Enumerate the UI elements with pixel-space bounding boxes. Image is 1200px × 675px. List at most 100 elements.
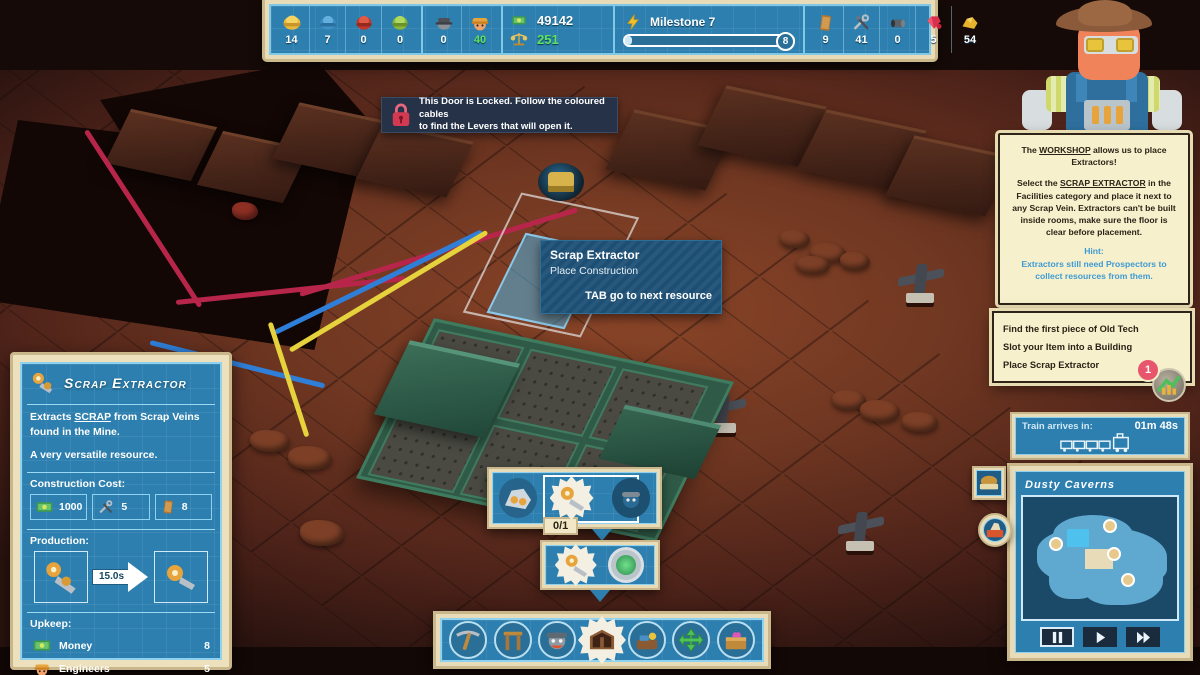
cursor-tooltip-subtitle: Place Construction — [550, 265, 639, 277]
pause-button[interactable] — [1040, 627, 1074, 647]
chain2-output-slot[interactable] — [608, 547, 645, 583]
money-bag-icon — [512, 16, 526, 25]
resource-plank[interactable]: 9 — [808, 6, 844, 53]
rock-debris — [796, 256, 830, 274]
chain-output-slot[interactable] — [611, 478, 650, 518]
tut-p2-bold: SCRAP EXTRACTOR — [1060, 178, 1146, 189]
milestone-label: Milestone 7 — [650, 14, 716, 29]
cursor-tooltip-title: Scrap Extractor — [550, 248, 640, 262]
resource-ruby[interactable]: 5 — [916, 6, 952, 53]
tutorial-paragraph-1: The WORKSHOP allows us to place Extracto… — [1010, 144, 1178, 168]
minimap-canvas[interactable] — [1021, 495, 1179, 621]
prospector-icon — [547, 632, 568, 650]
move-button[interactable] — [672, 621, 711, 659]
tutorial-hint-label: Hint: — [1084, 246, 1104, 257]
resource-value: 41 — [855, 34, 868, 46]
items-button[interactable] — [716, 621, 755, 659]
balance-value: 251 — [537, 31, 559, 47]
upkeep-name: Money — [59, 639, 93, 652]
minimap-panel[interactable]: Dusty Caverns — [1007, 463, 1193, 661]
scales-icon — [510, 33, 528, 46]
upkeep-label: Upkeep: — [30, 618, 72, 631]
money-bag-icon — [36, 502, 53, 512]
move-arrows-icon — [678, 628, 704, 652]
plank-icon — [163, 500, 173, 514]
resource-red-helmet[interactable]: 0 — [346, 6, 382, 53]
milestone-progress-bar: 8 — [623, 31, 795, 51]
resource-grey-worker[interactable]: 0 — [426, 6, 462, 53]
resource-pipe[interactable]: 0 — [880, 6, 916, 53]
tools-icon — [99, 499, 113, 513]
tut-p1-bold: WORKSHOP — [1039, 145, 1091, 155]
green-helmet-icon — [392, 15, 408, 30]
resource-value: 0 — [360, 34, 367, 46]
upkeep-value: 8 — [204, 639, 210, 652]
tut-p2-pre: Select the — [1017, 178, 1061, 189]
workshop-icon — [589, 629, 615, 650]
info-card-upkeep: Upkeep: Money 8 Engineers 5 — [27, 612, 215, 675]
play-button[interactable] — [1083, 627, 1117, 647]
tools-icon — [853, 14, 869, 30]
old-tech-item-1[interactable] — [972, 466, 1006, 500]
resource-chain-popup-secondary — [540, 540, 660, 590]
resource-gold-nugget[interactable]: 54 — [952, 6, 988, 53]
resource-value: 0 — [396, 34, 404, 46]
chain2-input-slot[interactable] — [554, 544, 597, 586]
resource-green-helmet[interactable]: 0 — [382, 6, 418, 53]
info-card-production: Production: 15.0s — [27, 529, 215, 608]
info-card-header: Scrap Extractor — [27, 369, 215, 400]
red-helmet-icon — [356, 15, 371, 30]
tut-p1-pre: The — [1021, 145, 1040, 155]
production-output — [154, 551, 208, 604]
cost-tools: 5 — [92, 494, 150, 521]
tech-crate-icon — [986, 522, 1004, 538]
tutorial-hint-text: Extractors still need Prospectors to col… — [1021, 258, 1167, 281]
resource-engineers[interactable]: 40 — [462, 6, 498, 53]
upkeep-money-row: Money 8 — [30, 634, 212, 657]
pickaxe-icon — [456, 630, 481, 650]
gold-nugget-icon — [962, 17, 978, 29]
milestone-group[interactable]: Milestone 7 8 — [615, 6, 805, 53]
resource-value: 40 — [473, 34, 487, 46]
engineer-face-icon — [471, 18, 489, 31]
rock-debris — [860, 400, 900, 422]
train-icon — [1060, 433, 1129, 453]
rock-debris — [250, 430, 290, 452]
scrap-extractor-icon — [565, 554, 587, 577]
train-label: Train arrives in: — [1022, 420, 1093, 432]
rock-debris — [288, 446, 332, 470]
resource-value: 5 — [930, 34, 937, 46]
chain-count: 0/1 — [543, 517, 579, 535]
tutorial-paragraph-2: Select the SCRAP EXTRACTOR in the Facili… — [1010, 177, 1178, 238]
old-tech-item-2[interactable] — [978, 513, 1012, 547]
resource-value: 9 — [822, 34, 829, 46]
production-time: 15.0s — [99, 571, 125, 583]
resource-blue-helmet[interactable]: 7 — [310, 6, 346, 53]
cost-value: 5 — [121, 501, 128, 514]
cash-row[interactable]: 49142 — [509, 11, 607, 30]
chain-input-slot[interactable] — [499, 478, 538, 518]
facilities-button[interactable] — [577, 616, 626, 664]
money-group: 49142 251 — [503, 6, 615, 53]
play-icon — [1096, 631, 1105, 643]
resource-gold-helmet[interactable]: 14 — [274, 6, 310, 53]
prospector-button[interactable] — [538, 621, 577, 659]
materials-group: 9 41 0 5 54 — [805, 6, 991, 53]
support-button[interactable] — [493, 621, 532, 659]
machines-button[interactable] — [627, 621, 666, 659]
production-arrow: 15.0s — [92, 562, 150, 593]
chain-middle-slot[interactable] — [549, 476, 594, 520]
fast-forward-button[interactable] — [1126, 627, 1160, 647]
dig-tool-button[interactable] — [449, 621, 488, 659]
fast-forward-icon — [1136, 631, 1150, 643]
locked-door-line1: This Door is Locked. Follow the coloured… — [419, 95, 605, 120]
balance-row[interactable]: 251 — [509, 30, 607, 49]
locked-door-text: This Door is Locked. Follow the coloured… — [419, 96, 609, 134]
scrap-vein-icon — [46, 562, 76, 594]
money-bag-icon — [33, 640, 51, 651]
scrap-vein-icon — [505, 488, 532, 510]
minimap-speed-controls — [1021, 621, 1179, 647]
engineer-face-icon — [34, 664, 50, 675]
rock-debris — [232, 202, 258, 220]
resource-tools[interactable]: 41 — [844, 6, 880, 53]
